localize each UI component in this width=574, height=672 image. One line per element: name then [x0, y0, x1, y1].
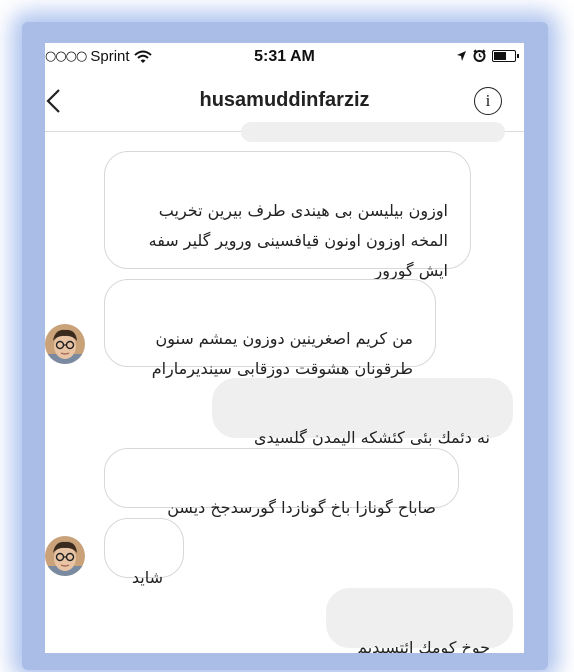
status-right	[456, 49, 519, 62]
message-thread[interactable]: اوزون بیلیسن بی هیندی طرف بیرین تخریب ال…	[45, 122, 524, 653]
sender-avatar[interactable]	[45, 324, 85, 364]
previous-message-bubble	[241, 122, 505, 142]
message-text: من کریم اصغرینین دوزون یمشم سنون طرقونان…	[151, 329, 413, 378]
message-text: نه دئمك بئی کئشکه الیمدن گلسیدی	[253, 428, 490, 447]
message-bubble-incoming[interactable]: من کریم اصغرینین دوزون یمشم سنون طرقونان…	[104, 279, 436, 378]
message-text: شاید	[131, 568, 163, 587]
message-bubble-incoming[interactable]: شاید	[104, 518, 184, 587]
message-text: صاباح گونازا باخ گونازدا گورسدجخ دیسن	[167, 498, 436, 517]
message-bubble-outgoing[interactable]: چوخ کومك ائتسیدیم	[326, 588, 513, 653]
alarm-icon	[473, 49, 486, 62]
info-button[interactable]: i	[474, 87, 502, 115]
battery-icon	[492, 49, 519, 62]
sender-avatar[interactable]	[45, 536, 85, 576]
message-bubble-outgoing[interactable]: نه دئمك بئی کئشکه الیمدن گلسیدی	[212, 378, 513, 447]
status-time: 5:31 AM	[254, 48, 315, 65]
info-icon: i	[485, 91, 491, 110]
message-bubble-incoming[interactable]: صاباح گونازا باخ گونازدا گورسدجخ دیسن	[104, 448, 459, 517]
conversation-title[interactable]: husamuddinfarziz	[45, 89, 524, 112]
location-arrow-icon	[457, 50, 466, 61]
message-bubble-incoming[interactable]: اوزون بیلیسن بی هیندی طرف بیرین تخریب ال…	[104, 151, 471, 280]
status-bar: ○○○○ Sprint 5:31 AM	[45, 43, 524, 71]
chat-screen: ○○○○ Sprint 5:31 AM husamuddinfarziz i ا…	[45, 43, 524, 653]
message-text: چوخ کومك ائتسیدیم	[357, 638, 490, 653]
message-text: اوزون بیلیسن بی هیندی طرف بیرین تخریب ال…	[148, 201, 448, 280]
